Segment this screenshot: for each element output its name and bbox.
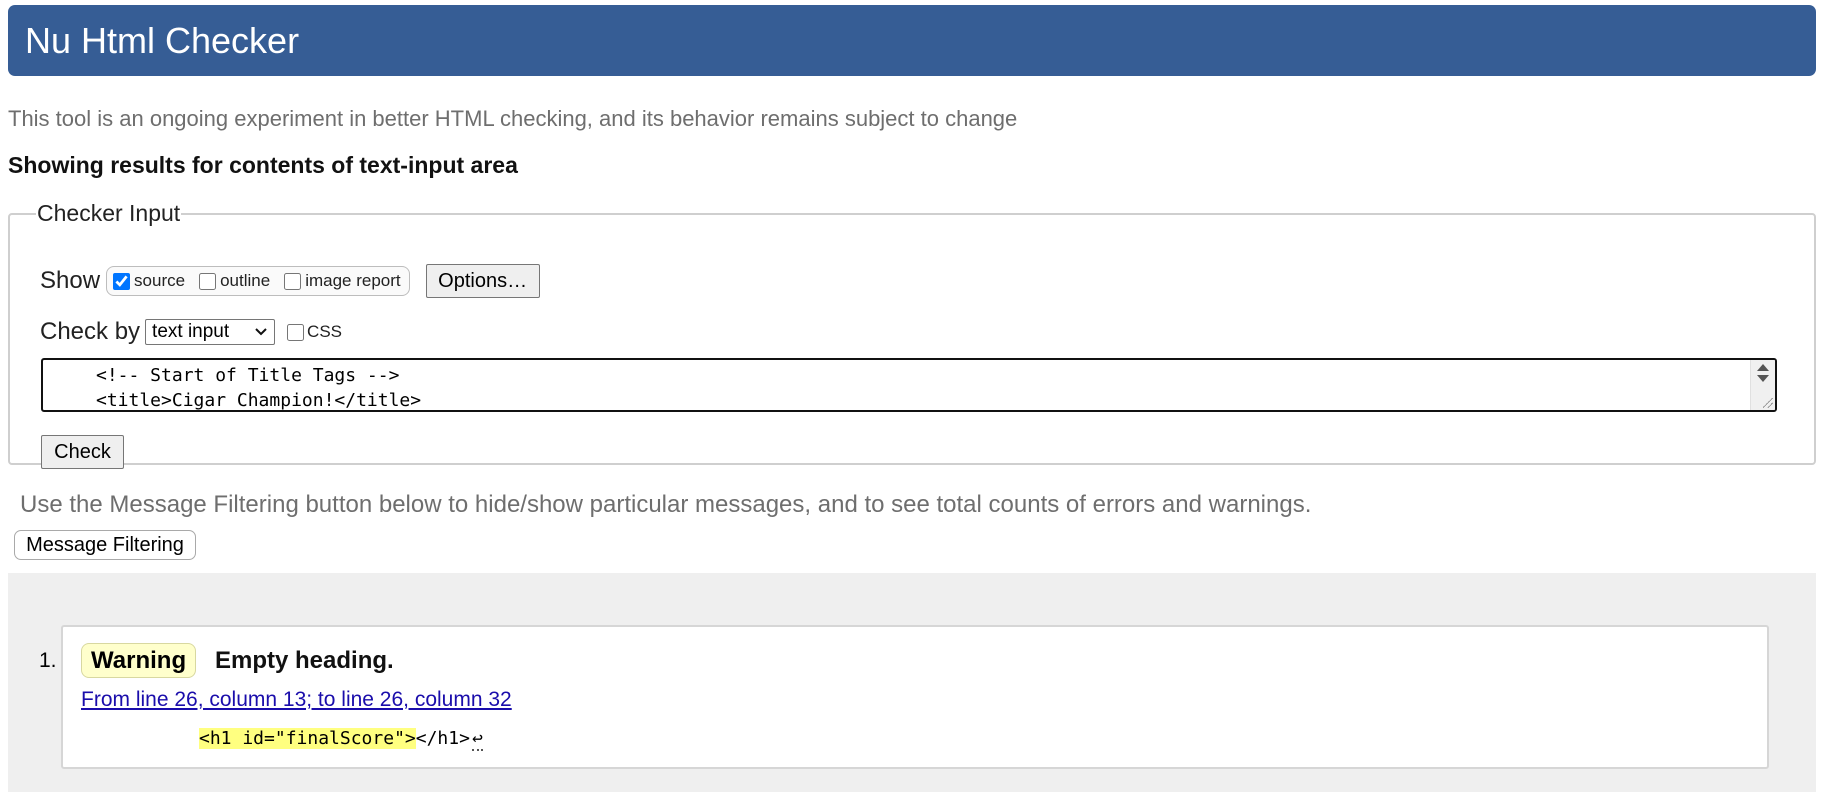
check-by-row: Check by text input CSS (40, 318, 342, 346)
show-label: Show (40, 267, 101, 294)
message-filtering-button[interactable]: Message Filtering (14, 530, 196, 560)
scroll-down-icon[interactable] (1757, 375, 1769, 382)
textarea-scrollbar[interactable] (1750, 360, 1775, 410)
tagline: This tool is an ongoing experiment in be… (8, 106, 1018, 131)
message-code-extract: <h1 id="finalScore"></h1> ↩ (199, 726, 483, 752)
checker-input-legend: Checker Input (37, 200, 181, 226)
checker-input-fieldset: Checker Input Show source outline image … (8, 200, 1816, 469)
code-highlight: <h1 id="finalScore"> (199, 728, 416, 749)
chevron-down-icon (255, 328, 267, 336)
source-textarea-content: <!-- Start of Title Tags --> <title>Ciga… (96, 363, 422, 411)
page-title: Nu Html Checker (25, 20, 300, 61)
line-feed-icon: ↩ (471, 728, 483, 751)
message-location-link[interactable]: From line 26, column 13; to line 26, col… (81, 688, 512, 712)
code-rest: </h1> (415, 728, 470, 749)
show-image-report-label: image report (305, 271, 401, 290)
show-source-label: source (134, 271, 186, 290)
css-checkbox[interactable] (287, 323, 305, 341)
show-image-report-option[interactable]: image report (284, 271, 401, 291)
results-area: 1. Warning Empty heading. From line 26, … (8, 573, 1816, 792)
check-by-select[interactable]: text input (145, 319, 276, 345)
show-source-option[interactable]: source (113, 271, 185, 291)
message-card: Warning Empty heading. From line 26, col… (61, 625, 1769, 769)
show-options-group: source outline image report (106, 266, 410, 296)
options-button[interactable]: Options… (425, 264, 540, 298)
css-label: CSS (307, 322, 343, 341)
check-by-label: Check by (40, 318, 141, 345)
show-outline-option[interactable]: outline (199, 271, 270, 291)
show-outline-checkbox[interactable] (199, 272, 217, 290)
page-header: Nu Html Checker (8, 5, 1816, 76)
warning-badge: Warning (81, 643, 197, 678)
message-title: Empty heading. (215, 647, 394, 674)
check-by-value: text input (152, 321, 230, 342)
show-image-report-checkbox[interactable] (284, 272, 302, 290)
show-source-checkbox[interactable] (113, 272, 131, 290)
message-number: 1. (39, 649, 57, 672)
resize-grip-icon[interactable] (1763, 398, 1773, 408)
source-textarea[interactable]: <!-- Start of Title Tags --> <title>Ciga… (41, 358, 1777, 412)
source-line: <title>Cigar Champion!</title> (96, 390, 422, 411)
filter-note: Use the Message Filtering button below t… (20, 491, 1312, 518)
source-line: <!-- Start of Title Tags --> (96, 365, 400, 386)
css-option[interactable]: CSS (287, 322, 342, 342)
check-button[interactable]: Check (41, 435, 124, 469)
show-row: Show source outline image report Options… (40, 264, 540, 298)
results-heading: Showing results for contents of text-inp… (8, 152, 518, 178)
scroll-up-icon[interactable] (1757, 364, 1769, 371)
show-outline-label: outline (220, 271, 271, 290)
